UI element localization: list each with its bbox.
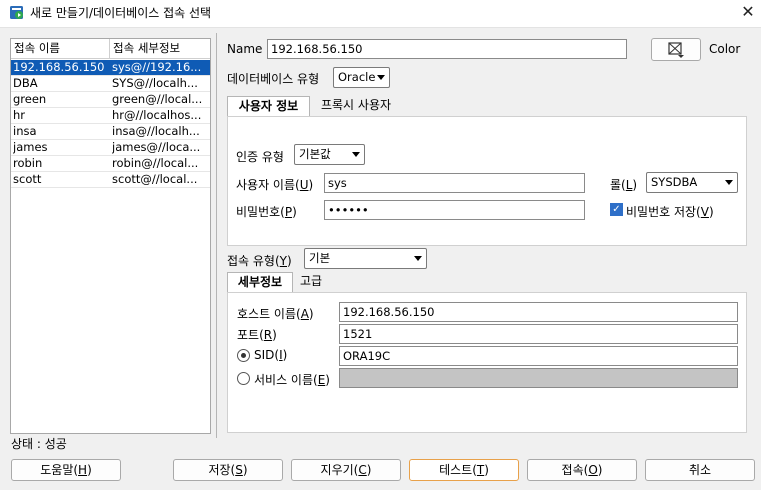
list-row[interactable]: DBA SYS@//localh... (11, 76, 210, 92)
role-value: SYSDBA (651, 175, 698, 189)
conn-type-value: 기본 (309, 251, 331, 265)
connection-name: green (13, 92, 47, 106)
connection-detail: hr@//localhos... (112, 108, 202, 122)
role-label: 롤(L) (610, 178, 638, 192)
tab-details[interactable]: 세부정보 (227, 272, 293, 292)
host-label: 호스트 이름(A) (237, 307, 314, 321)
cancel-button[interactable]: 취소 (645, 459, 755, 481)
connection-name: robin (13, 156, 43, 170)
username-label: 사용자 이름(U) (236, 178, 314, 192)
role-select[interactable]: SYSDBA (646, 172, 738, 193)
close-icon[interactable]: ✕ (737, 2, 759, 22)
test-button[interactable]: 테스트(T) (409, 459, 519, 481)
splitter[interactable] (216, 33, 217, 438)
connection-name: DBA (13, 76, 38, 90)
auth-type-label: 인증 유형 (236, 150, 284, 164)
connection-name: insa (13, 124, 37, 138)
service-name-label: 서비스 이름(E) (254, 373, 330, 387)
list-row[interactable]: james james@//loca... (11, 140, 210, 156)
connection-name: 192.168.56.150 (13, 60, 105, 74)
connection-detail: scott@//local... (112, 172, 198, 186)
list-row[interactable]: hr hr@//localhos... (11, 108, 210, 124)
name-input[interactable]: 192.168.56.150 (267, 39, 627, 59)
list-row[interactable]: green green@//local... (11, 92, 210, 108)
color-button[interactable] (651, 38, 701, 61)
host-input[interactable]: 192.168.56.150 (339, 302, 738, 322)
color-label: Color (709, 42, 741, 56)
password-input[interactable]: •••••• (324, 200, 585, 220)
save-button[interactable]: 저장(S) (173, 459, 283, 481)
clear-button[interactable]: 지우기(C) (291, 459, 401, 481)
db-type-select[interactable]: Oracle (333, 67, 390, 88)
connection-name: scott (13, 172, 42, 186)
chevron-down-icon (377, 75, 385, 80)
connection-list[interactable]: 접속 이름 접속 세부정보 192.168.56.150 sys@//192.1… (10, 38, 211, 434)
connection-name: james (13, 140, 48, 154)
port-input[interactable]: 1521 (339, 324, 738, 344)
list-row[interactable]: insa insa@//localh... (11, 124, 210, 140)
title-bar: 새로 만들기/데이터베이스 접속 선택 ✕ (0, 0, 761, 26)
list-row[interactable]: scott scott@//local... (11, 172, 210, 188)
tab-user-info[interactable]: 사용자 정보 (227, 96, 310, 116)
list-row[interactable]: 192.168.56.150 sys@//192.16... (11, 60, 210, 76)
app-icon (10, 6, 23, 19)
name-label: Name (227, 42, 263, 56)
column-header-detail[interactable]: 접속 세부정보 (110, 39, 210, 59)
username-input[interactable]: sys (324, 173, 585, 193)
connection-detail: robin@//local... (112, 156, 199, 170)
conn-type-label: 접속 유형(Y) (227, 254, 292, 268)
service-name-input (339, 368, 738, 388)
chevron-down-icon (352, 152, 360, 157)
auth-type-value: 기본값 (299, 147, 331, 161)
window-title: 새로 만들기/데이터베이스 접속 선택 (30, 6, 212, 20)
save-password-label: 비밀번호 저장(V) (626, 205, 714, 219)
tab-proxy-user[interactable]: 프록시 사용자 (313, 96, 399, 116)
connection-detail: green@//local... (112, 92, 203, 106)
connection-detail: sys@//192.16... (112, 60, 202, 74)
connect-button[interactable]: 접속(O) (527, 459, 637, 481)
db-type-label: 데이터베이스 유형 (227, 72, 320, 86)
save-password-checkbox[interactable]: ✓ (610, 203, 623, 216)
color-swatch-icon (668, 42, 684, 58)
connection-detail: insa@//localh... (112, 124, 200, 138)
sid-input[interactable]: ORA19C (339, 346, 738, 366)
db-type-value: Oracle (338, 70, 376, 84)
auth-type-select[interactable]: 기본값 (294, 144, 365, 165)
help-button[interactable]: 도움말(H) (11, 459, 121, 481)
chevron-down-icon (414, 256, 422, 261)
sid-label: SID(I) (254, 348, 288, 362)
connection-detail: james@//loca... (112, 140, 201, 154)
status-text: 상태 : 성공 (11, 437, 67, 451)
list-header: 접속 이름 접속 세부정보 (11, 39, 210, 59)
column-header-name[interactable]: 접속 이름 (11, 39, 110, 59)
list-row[interactable]: robin robin@//local... (11, 156, 210, 172)
conn-type-select[interactable]: 기본 (304, 248, 427, 269)
port-label: 포트(R) (237, 328, 277, 342)
connection-detail: SYS@//localh... (112, 76, 198, 90)
service-name-radio[interactable] (237, 372, 250, 385)
chevron-down-icon (725, 180, 733, 185)
sid-radio[interactable] (237, 349, 250, 362)
connection-name: hr (13, 108, 26, 122)
tab-advanced[interactable]: 고급 (294, 272, 328, 292)
password-label: 비밀번호(P) (236, 205, 297, 219)
